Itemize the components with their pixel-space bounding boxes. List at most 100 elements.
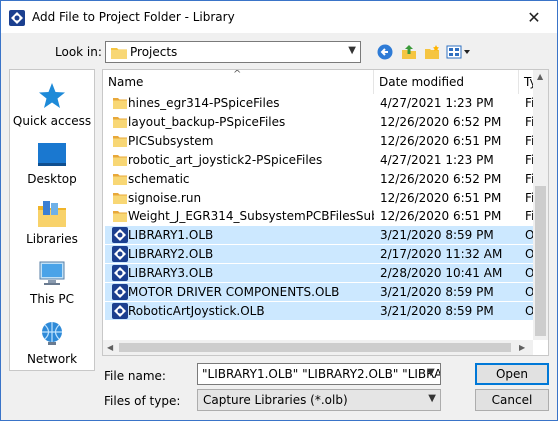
window-title: Add File to Project Folder - Library: [32, 10, 235, 24]
file-list[interactable]: ^ Name Date modified Ty hines_egr314-PSp…: [102, 69, 549, 356]
date-modified-cell: 3/21/2020 8:59 PM: [380, 228, 494, 243]
date-modified-cell: 2/28/2020 10:41 AM: [380, 266, 503, 281]
this-pc-icon: [39, 261, 65, 285]
place-label: Quick access: [12, 114, 92, 128]
view-menu-button[interactable]: [445, 41, 473, 63]
open-button[interactable]: Open: [475, 363, 549, 385]
horizontal-scrollbar[interactable]: ◀ ▶: [103, 340, 533, 355]
olb-file-icon: [112, 284, 128, 300]
place-libraries[interactable]: Libraries: [10, 200, 94, 246]
file-name-input[interactable]: "LIBRARY1.OLB" "LIBRARY2.OLB" "LIBRAR: [197, 363, 441, 385]
chevron-down-icon: ▼: [348, 45, 356, 56]
folder-icon: [112, 152, 128, 168]
close-icon: ✕: [527, 7, 541, 27]
file-name-cell: robotic_art_joystick2-PSpiceFiles: [128, 152, 323, 167]
place-network[interactable]: Network: [10, 320, 94, 366]
scroll-left-icon[interactable]: ◀: [107, 343, 113, 352]
place-label: Network: [26, 352, 78, 366]
folder-icon: [112, 114, 128, 130]
list-item[interactable]: RoboticArtJoystick.OLB 3/21/2020 8:59 PM O…: [105, 301, 538, 320]
look-in-dropdown[interactable]: Projects ▼: [105, 41, 361, 63]
date-modified-cell: 2/17/2020 11:32 AM: [380, 247, 503, 262]
column-header-date[interactable]: Date modified: [379, 70, 513, 94]
vertical-scroll-thumb[interactable]: [535, 186, 546, 336]
date-modified-cell: 4/27/2021 1:23 PM: [380, 152, 494, 167]
place-this-pc[interactable]: This PC: [10, 260, 94, 306]
file-name-cell: MOTOR DRIVER COMPONENTS.OLB: [128, 285, 340, 299]
file-type-label: Files of type:: [104, 394, 181, 408]
up-folder-button[interactable]: [399, 41, 419, 63]
column-divider[interactable]: [373, 70, 374, 94]
cancel-button[interactable]: Cancel: [475, 389, 549, 411]
file-type-value: Capture Libraries (*.olb): [203, 393, 348, 407]
scroll-up-icon[interactable]: ▲: [537, 72, 543, 81]
places-bar: Quick access Desktop Libraries This PC N…: [9, 69, 95, 371]
close-button[interactable]: ✕: [511, 1, 557, 33]
date-modified-cell: 12/26/2020 6:51 PM: [380, 190, 502, 205]
date-modified-cell: 12/26/2020 6:51 PM: [380, 133, 502, 148]
file-name-cell: PICSubsystem: [128, 133, 214, 148]
file-dialog: Add File to Project Folder - Library ✕ L…: [0, 0, 558, 421]
back-button[interactable]: [375, 41, 395, 63]
place-desktop[interactable]: Desktop: [10, 142, 94, 186]
new-folder-icon: [425, 45, 439, 59]
file-name-cell: LIBRARY1.OLB: [128, 228, 214, 243]
date-modified-cell: 4/27/2021 1:23 PM: [380, 96, 494, 110]
list-item[interactable]: LIBRARY1.OLB 3/21/2020 8:59 PM OI: [105, 226, 538, 245]
list-item[interactable]: LIBRARY2.OLB 2/17/2020 11:32 AM OI: [105, 245, 538, 264]
app-icon: [9, 10, 25, 26]
file-type-dropdown[interactable]: Capture Libraries (*.olb) ▼: [197, 389, 441, 411]
libraries-icon: [38, 201, 66, 227]
file-name-label: File name:: [104, 369, 166, 383]
column-divider[interactable]: [518, 70, 519, 94]
folder-icon: [112, 190, 128, 206]
desktop-icon: [38, 143, 66, 166]
view-menu-icon: [446, 45, 470, 59]
chevron-down-icon[interactable]: ▼: [427, 367, 435, 378]
place-label: Libraries: [26, 232, 78, 246]
list-item[interactable]: LIBRARY3.OLB 2/28/2020 10:41 AM OI: [105, 264, 538, 283]
column-header-name[interactable]: Name: [108, 70, 373, 94]
date-modified-cell: 3/21/2020 8:59 PM: [380, 303, 494, 318]
olb-file-icon: [112, 246, 128, 263]
horizontal-scroll-thumb[interactable]: [119, 343, 511, 352]
file-name-cell: LIBRARY3.OLB: [128, 266, 214, 281]
file-name-cell: LIBRARY2.OLB: [128, 247, 214, 262]
vertical-scrollbar[interactable]: ▲: [533, 70, 548, 340]
place-quick-access[interactable]: Quick access: [10, 82, 94, 128]
scroll-right-icon[interactable]: ▶: [519, 343, 525, 352]
date-modified-cell: 12/26/2020 6:51 PM: [380, 209, 502, 224]
title-bar: Add File to Project Folder - Library ✕: [1, 1, 557, 33]
chevron-down-icon: ▼: [428, 393, 436, 404]
folder-icon: [112, 171, 128, 187]
list-item[interactable]: signoise.run 12/26/2020 6:51 PM Fil: [105, 189, 538, 207]
list-item[interactable]: Weight_J_EGR314_SubsystemPCBFilesSubmi..…: [105, 207, 538, 225]
date-modified-cell: 3/21/2020 8:59 PM: [380, 285, 494, 299]
list-item[interactable]: MOTOR DRIVER COMPONENTS.OLB 3/21/2020 8:5…: [105, 283, 538, 301]
list-item[interactable]: layout_backup-PSpiceFiles 12/26/2020 6:52…: [105, 113, 538, 131]
olb-file-icon: [112, 265, 128, 282]
new-folder-button[interactable]: [422, 41, 442, 63]
list-item[interactable]: schematic 12/26/2020 6:52 PM Fil: [105, 170, 538, 188]
place-label: This PC: [30, 292, 74, 306]
olb-file-icon: [112, 302, 128, 319]
back-arrow-icon: [377, 44, 393, 60]
folder-icon: [111, 48, 127, 59]
look-in-label: Look in:: [55, 45, 102, 59]
folder-icon: [112, 208, 128, 224]
list-item[interactable]: hines_egr314-PSpiceFiles 4/27/2021 1:23 P…: [105, 94, 538, 112]
up-folder-icon: [402, 45, 416, 59]
network-icon: [42, 322, 62, 345]
date-modified-cell: 12/26/2020 6:52 PM: [380, 114, 502, 129]
folder-icon: [112, 95, 128, 111]
file-name-cell: Weight_J_EGR314_SubsystemPCBFilesSubmi..…: [128, 209, 374, 224]
file-name-cell: schematic: [128, 171, 190, 186]
file-name-cell: signoise.run: [128, 190, 202, 205]
list-item[interactable]: PICSubsystem 12/26/2020 6:51 PM Fil: [105, 132, 538, 150]
date-modified-cell: 12/26/2020 6:52 PM: [380, 171, 502, 186]
folder-icon: [112, 133, 128, 149]
list-item[interactable]: robotic_art_joystick2-PSpiceFiles 4/27/20…: [105, 151, 538, 169]
olb-file-icon: [112, 227, 128, 244]
file-name-cell: RoboticArtJoystick.OLB: [128, 303, 265, 318]
place-label: Desktop: [27, 172, 77, 186]
